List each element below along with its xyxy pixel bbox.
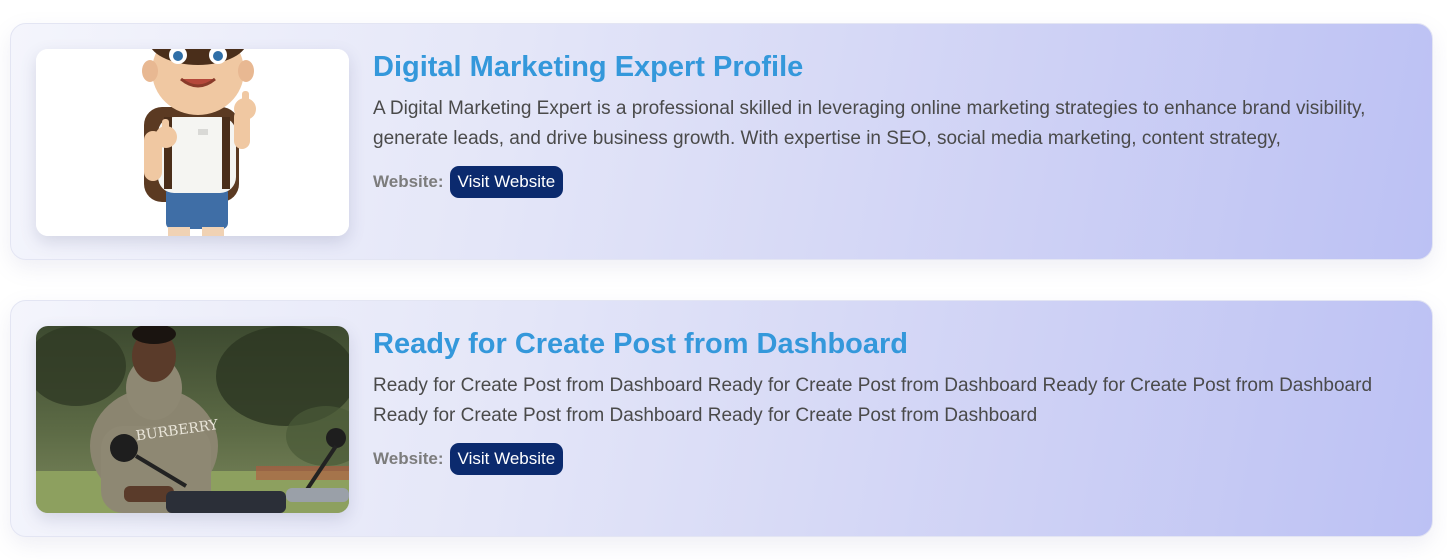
post-thumbnail: BURBERRY (36, 326, 349, 513)
post-thumbnail (36, 49, 349, 236)
post-card: Digital Marketing Expert Profile A Digit… (10, 23, 1433, 260)
visit-website-button[interactable]: Visit Website (449, 166, 564, 198)
website-row: Website: Visit Website (373, 166, 1412, 198)
post-title: Ready for Create Post from Dashboard (373, 328, 909, 360)
website-row: Website: Visit Website (373, 443, 1412, 475)
website-label: Website: (373, 449, 444, 468)
post-list: Digital Marketing Expert Profile A Digit… (0, 0, 1447, 560)
post-description: Ready for Create Post from Dashboard Rea… (373, 375, 1373, 426)
website-label: Website: (373, 172, 444, 191)
visit-website-button[interactable]: Visit Website (449, 443, 564, 475)
motorcycle-rider-image: BURBERRY (36, 326, 349, 513)
post-title: Digital Marketing Expert Profile (373, 51, 804, 83)
post-content: Ready for Create Post from Dashboard Rea… (373, 325, 1412, 475)
post-card: BURBERRY Ready for Create Post from Dash… (10, 300, 1433, 537)
cartoon-boy-image (36, 49, 349, 236)
post-description: A Digital Marketing Expert is a professi… (373, 98, 1366, 149)
post-content: Digital Marketing Expert Profile A Digit… (373, 48, 1412, 198)
